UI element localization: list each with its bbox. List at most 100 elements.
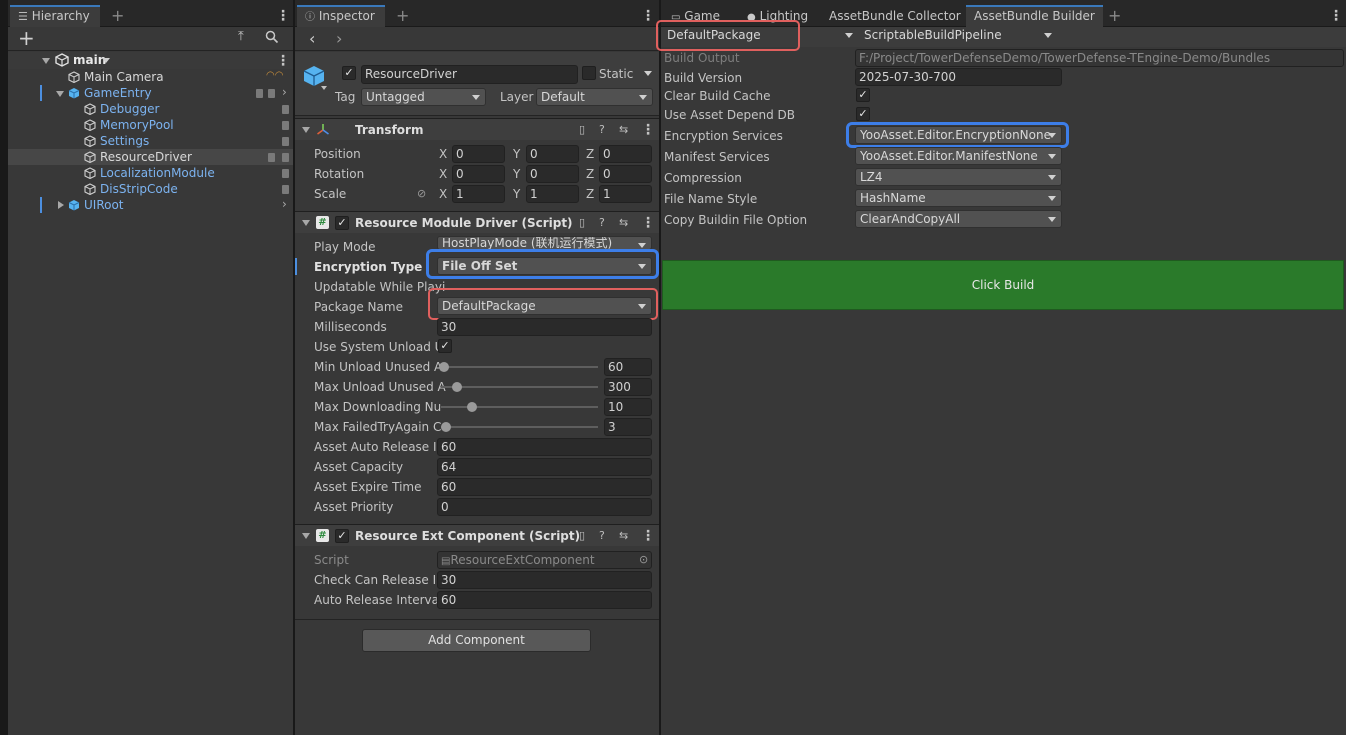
back-arrow-icon[interactable]: ‹ [309,29,315,48]
tag-dropdown[interactable]: Untagged [361,88,486,106]
position-y-field[interactable]: 0 [526,145,579,163]
resource-module-header[interactable]: # ✓ Resource Module Driver (Script) ▯ ? … [295,211,659,233]
create-plus-icon[interactable]: + [18,27,35,49]
doc-icon[interactable]: ▯ [579,216,585,230]
component-enabled-checkbox[interactable]: ✓ [335,529,349,543]
max-downloading-field[interactable]: 10 [604,398,652,416]
doc-icon[interactable]: ▯ [579,529,585,543]
builder-menu-icon[interactable]: ⋮ [1329,9,1343,23]
slider-knob[interactable] [439,362,450,372]
asset-priority-field[interactable]: 0 [437,498,652,516]
use-system-unload-checkbox[interactable]: ✓ [438,339,452,353]
min-unload-field[interactable]: 60 [604,358,652,376]
preset-icon[interactable]: ⇆ [619,123,628,137]
collapse-icon[interactable]: ⤒ [238,29,244,44]
link-icon[interactable]: ⊘ [417,187,426,200]
active-checkbox[interactable]: ✓ [342,66,356,80]
scale-y-field[interactable]: 1 [526,185,579,203]
rotation-y-field[interactable]: 0 [526,165,579,183]
component-menu-icon[interactable]: ⋮ [641,123,655,137]
chevron-right-icon[interactable]: › [282,85,287,99]
layer-dropdown[interactable]: Default [536,88,653,106]
component-menu-icon[interactable]: ⋮ [641,529,655,543]
max-downloading-slider[interactable] [441,406,598,408]
asset-capacity-field[interactable]: 64 [437,458,652,476]
tab-hierarchy[interactable]: ☰ Hierarchy [10,5,100,27]
object-name-field[interactable]: ResourceDriver [361,65,578,84]
help-icon[interactable]: ? [599,529,605,543]
component-menu-icon[interactable]: ⋮ [641,216,655,230]
max-failed-field[interactable]: 3 [604,418,652,436]
clear-cache-checkbox[interactable]: ✓ [856,88,870,102]
add-tab-icon[interactable]: + [396,5,409,27]
click-build-button[interactable]: Click Build [662,260,1344,310]
slider-knob[interactable] [451,382,462,392]
play-mode-dropdown[interactable]: HostPlayMode (联机运行模式) [437,236,652,250]
collapse-arrow-icon[interactable] [302,533,310,539]
check-can-release-field[interactable]: 30 [437,571,652,589]
add-component-button[interactable]: Add Component [362,629,591,652]
list-item[interactable]: DisStripCode [84,181,178,197]
max-unload-field[interactable]: 300 [604,378,652,396]
slider-knob[interactable] [467,402,478,412]
collapse-arrow-icon[interactable] [302,127,310,133]
tab-inspector[interactable]: ⓘ Inspector [297,5,385,27]
collapse-arrow-icon[interactable] [302,220,310,226]
use-depend-db-checkbox[interactable]: ✓ [856,107,870,121]
list-item[interactable]: UIRoot [68,197,124,213]
pipeline-dropdown[interactable]: ScriptableBuildPipeline [860,27,1057,45]
build-version-field[interactable]: 2025-07-30-700 [855,68,1062,86]
slider-knob[interactable] [440,422,451,432]
component-enabled-checkbox[interactable]: ✓ [335,216,349,230]
forward-arrow-icon[interactable]: › [336,29,342,48]
static-checkbox[interactable] [582,66,596,80]
object-picker-icon[interactable]: ⊙ [639,553,648,566]
preset-icon[interactable]: ⇆ [619,529,628,543]
copy-buildin-dropdown[interactable]: ClearAndCopyAll [855,210,1062,228]
tab-assetbundle-builder[interactable]: AssetBundle Builder [966,5,1103,27]
milliseconds-field[interactable]: 30 [437,318,652,336]
position-x-field[interactable]: 0 [452,145,505,163]
expand-arrow-icon[interactable] [42,58,50,64]
expand-arrow-icon[interactable] [56,91,64,97]
list-item[interactable]: ResourceDriver [84,149,192,165]
static-dropdown-icon[interactable] [644,71,652,76]
tab-assetbundle-collector[interactable]: AssetBundle Collector [821,5,969,27]
scale-x-field[interactable]: 1 [452,185,505,203]
auto-release-field[interactable]: 60 [437,591,652,609]
search-icon[interactable] [265,30,281,46]
scene-dropdown-icon[interactable] [102,58,110,63]
asset-expire-field[interactable]: 60 [437,478,652,496]
scene-row[interactable]: main ⋮ [8,52,293,69]
scale-z-field[interactable]: 1 [599,185,652,203]
doc-icon[interactable]: ▯ [579,123,585,137]
compression-dropdown[interactable]: LZ4 [855,168,1062,186]
expand-arrow-icon[interactable] [58,201,64,209]
chevron-right-icon[interactable]: › [282,197,287,211]
rotation-z-field[interactable]: 0 [599,165,652,183]
list-item[interactable]: MemoryPool [84,117,174,133]
rotation-x-field[interactable]: 0 [452,165,505,183]
list-item[interactable]: Debugger [84,101,159,117]
add-tab-icon[interactable]: + [111,5,124,27]
manifest-services-dropdown[interactable]: YooAsset.Editor.ManifestNone [855,147,1062,165]
icon-dropdown-icon[interactable] [321,86,327,90]
preset-icon[interactable]: ⇆ [619,216,628,230]
help-icon[interactable]: ? [599,123,605,137]
list-item[interactable]: LocalizationModule [84,165,215,181]
max-failed-slider[interactable] [441,426,598,428]
resource-ext-header[interactable]: # ✓ Resource Ext Component (Script) ▯ ? … [295,524,659,546]
asset-auto-release-field[interactable]: 60 [437,438,652,456]
scene-menu-icon[interactable]: ⋮ [276,54,290,68]
script-field[interactable]: ▤ResourceExtComponent [437,551,652,569]
max-unload-slider[interactable] [441,386,598,388]
list-item[interactable]: Main Camera [68,69,164,85]
hierarchy-menu-icon[interactable]: ⋮ [276,9,290,23]
file-name-style-dropdown[interactable]: HashName [855,189,1062,207]
position-z-field[interactable]: 0 [599,145,652,163]
help-icon[interactable]: ? [599,216,605,230]
inspector-menu-icon[interactable]: ⋮ [641,9,655,23]
add-tab-icon[interactable]: + [1108,5,1121,27]
list-item[interactable]: Settings [84,133,149,149]
list-item[interactable]: GameEntry [68,85,152,101]
